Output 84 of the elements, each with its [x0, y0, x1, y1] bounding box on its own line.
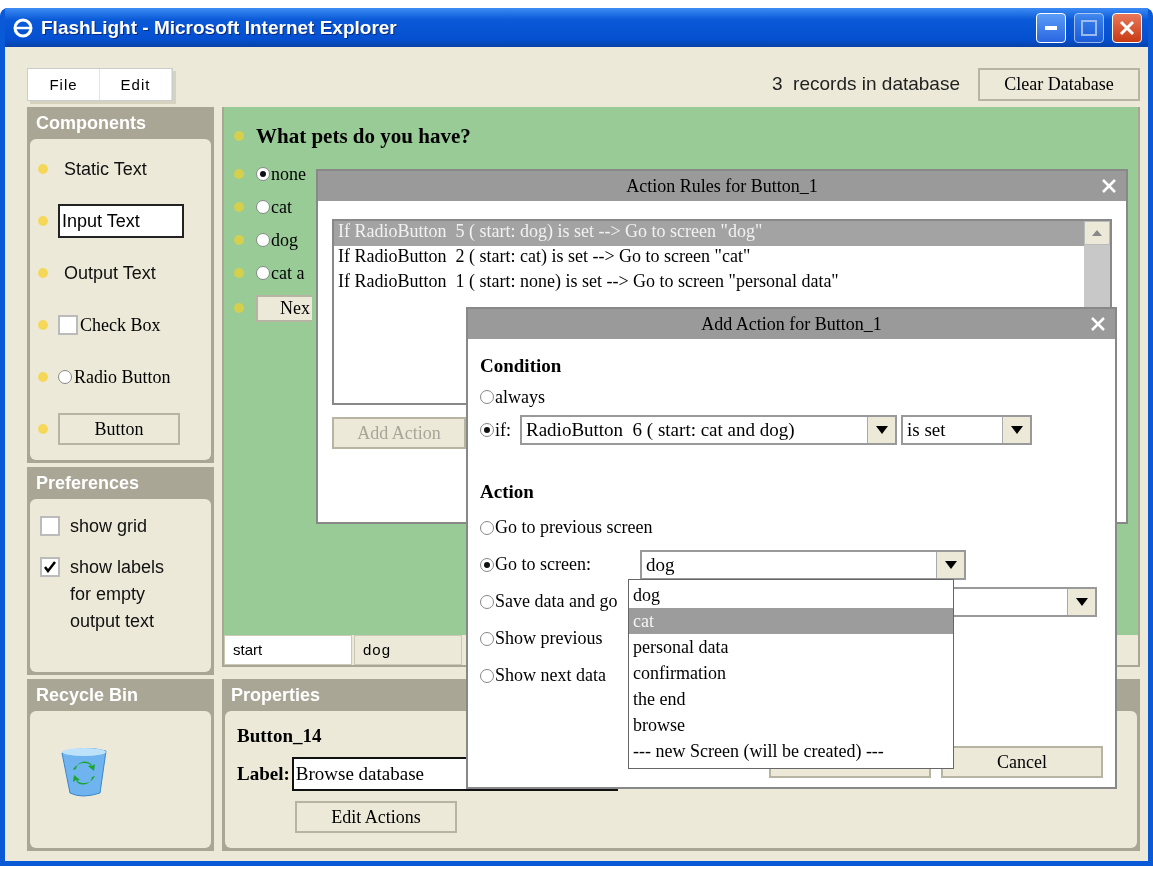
bullet-icon [234, 303, 244, 313]
bullet-icon [38, 164, 48, 174]
caret-icon [1010, 426, 1023, 434]
close-icon[interactable] [1102, 179, 1116, 193]
radio-label: none [271, 163, 306, 185]
input-text-component[interactable]: Input Text [58, 204, 184, 238]
field-label: Label: [237, 763, 290, 785]
bullet-icon [234, 235, 244, 245]
state-select[interactable]: is set [901, 415, 1032, 445]
minimize-icon [1045, 25, 1057, 30]
clear-database-button[interactable]: Clear Database [978, 67, 1140, 101]
radio-button[interactable] [256, 167, 270, 181]
bullet-icon [234, 268, 244, 278]
close-icon [1119, 19, 1135, 36]
caret-icon [944, 560, 957, 569]
radio-button[interactable] [480, 390, 494, 404]
close-button[interactable] [1112, 12, 1142, 43]
close-icon[interactable] [1091, 317, 1105, 331]
bullet-icon [38, 424, 48, 434]
bullet-icon [38, 320, 48, 330]
preference-label: show labels for empty output text [70, 556, 166, 633]
component-name: Button_14 [237, 725, 323, 747]
bullet-icon [234, 131, 244, 141]
maximize-button[interactable] [1074, 12, 1104, 43]
radio-label: cat [271, 196, 292, 218]
bullet-icon [38, 216, 48, 226]
window-title: FlashLight - Microsoft Internet Explorer [41, 16, 398, 39]
next-button[interactable]: Nex [256, 294, 312, 322]
record-count: 3 records in database [772, 73, 960, 95]
checkbox[interactable] [40, 516, 60, 536]
bullet-icon [234, 202, 244, 212]
menu-item[interactable]: File [28, 68, 100, 100]
edit-actions-button[interactable]: Edit Actions [295, 801, 457, 833]
radio-button[interactable] [480, 631, 494, 646]
radio-button[interactable] [480, 520, 494, 535]
maximize-icon [1081, 19, 1097, 36]
option-label: Show previous [495, 628, 603, 649]
radio-label: cat a [271, 262, 305, 284]
section-heading: Action [480, 481, 535, 504]
component-label[interactable]: Radio Button [74, 366, 171, 388]
recycle-bin-icon[interactable] [60, 747, 108, 797]
option-label: if: [495, 419, 511, 441]
browser-logo-icon [13, 17, 33, 38]
cancel-button[interactable]: Cancel [941, 746, 1103, 778]
screen-tab[interactable]: dog [354, 635, 462, 665]
radio-button[interactable] [480, 668, 494, 683]
bullet-icon [38, 268, 48, 278]
radio-button[interactable] [480, 423, 494, 437]
screen-select[interactable]: dog [640, 549, 966, 580]
screen-tab[interactable]: start [224, 635, 352, 665]
option-label: Show next data [495, 665, 606, 686]
radio-button[interactable] [480, 594, 494, 609]
component-label[interactable]: Output Text [64, 262, 156, 284]
up-arrow-icon [1092, 230, 1102, 236]
panel-title: Properties [230, 683, 321, 707]
question-text: What pets do you have? [256, 123, 471, 149]
panel-title: Components [35, 111, 146, 135]
caret-icon [875, 426, 888, 434]
panel-title: Recycle Bin [35, 683, 139, 707]
component-label[interactable]: Static Text [64, 158, 147, 180]
bullet-icon [38, 372, 48, 382]
option-label: Go to screen: [495, 554, 592, 575]
radio-button[interactable] [256, 200, 270, 214]
radio-button[interactable] [480, 557, 494, 572]
component-label[interactable]: Check Box [80, 314, 161, 336]
checkbox[interactable] [40, 557, 60, 577]
menu-item[interactable]: Edit [100, 68, 172, 100]
radio-label: dog [271, 229, 298, 251]
dialog-title: Add Action for Button_1 [701, 313, 882, 335]
bullet-icon [234, 169, 244, 179]
checkbox[interactable] [58, 315, 78, 335]
option-label: always [495, 386, 545, 408]
button-component[interactable]: Button [58, 413, 180, 445]
radio-button[interactable] [58, 370, 72, 384]
preference-label: show grid [70, 515, 149, 538]
panel-title: Preferences [35, 471, 140, 495]
minimize-button[interactable] [1036, 12, 1066, 43]
dialog-title: Action Rules for Button_1 [626, 175, 818, 197]
radio-button[interactable] [256, 233, 270, 247]
option-label: Go to previous screen [495, 517, 653, 538]
section-heading: Condition [480, 355, 563, 378]
radio-button[interactable] [256, 266, 270, 280]
condition-select[interactable]: RadioButton 6 ( start: cat and dog) [520, 415, 897, 445]
caret-icon [1075, 597, 1088, 606]
